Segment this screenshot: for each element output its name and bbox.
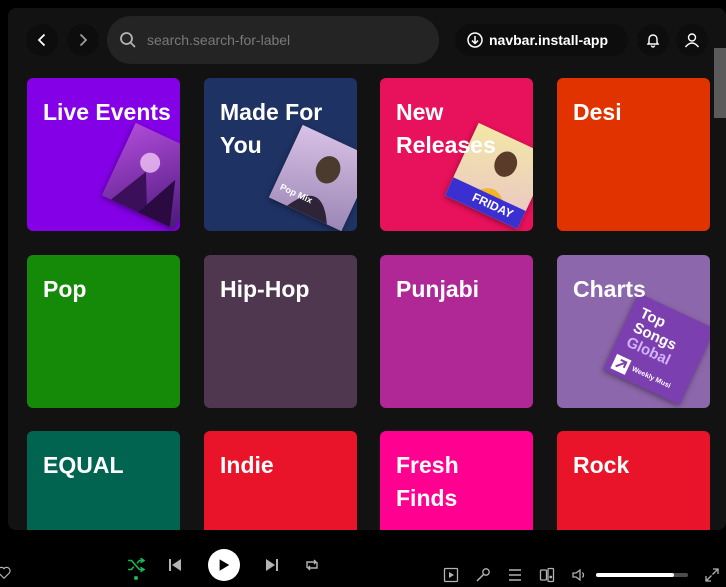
main-view: Live Events Pop Mix Made For You FRIDAY …: [8, 8, 726, 530]
category-card-equal[interactable]: EQUAL: [27, 431, 180, 530]
category-card-rock[interactable]: Rock: [557, 431, 710, 530]
volume-slider-fill: [596, 573, 675, 577]
forward-button[interactable]: [67, 24, 99, 56]
category-title: Charts: [573, 276, 646, 302]
play-icon: [219, 559, 230, 571]
shuffle-active-dot: [134, 576, 138, 580]
category-title: Punjabi: [396, 276, 480, 302]
category-title: Rock: [573, 452, 630, 478]
category-title: Desi: [573, 99, 622, 125]
notifications-button[interactable]: [637, 24, 669, 56]
now-playing-view-icon[interactable]: [443, 567, 459, 583]
search-bar[interactable]: [107, 16, 439, 64]
fullscreen-icon[interactable]: [704, 567, 720, 583]
arrow-icon: [610, 353, 632, 375]
chevron-right-icon: [79, 33, 88, 47]
play-button[interactable]: [208, 549, 240, 581]
volume-icon[interactable]: [571, 567, 587, 583]
category-card-pop[interactable]: Pop: [27, 255, 180, 408]
category-grid: Live Events Pop Mix Made For You FRIDAY …: [8, 8, 726, 530]
charts-artwork: Top Songs Global Weekly Musi: [603, 293, 710, 405]
top-bar: navbar.install-app: [8, 8, 726, 72]
category-card-live-events[interactable]: Live Events: [27, 78, 180, 231]
microphone-icon[interactable]: [475, 567, 491, 583]
category-card-fresh-finds[interactable]: Fresh Finds: [380, 431, 533, 530]
category-card-punjabi[interactable]: Punjabi: [380, 255, 533, 408]
category-title: Made For You: [220, 99, 323, 158]
skip-forward-icon[interactable]: [264, 557, 280, 573]
category-card-made-for-you[interactable]: Pop Mix Made For You: [204, 78, 357, 231]
install-app-button[interactable]: navbar.install-app: [455, 24, 628, 56]
back-button[interactable]: [26, 24, 58, 56]
category-title: Pop: [43, 276, 87, 302]
heart-icon[interactable]: [0, 566, 11, 580]
queue-icon[interactable]: [507, 567, 523, 583]
search-input[interactable]: [147, 32, 427, 48]
shuffle-icon[interactable]: [127, 556, 145, 574]
category-title: Hip-Hop: [220, 276, 310, 302]
player-bar: [0, 540, 726, 587]
category-title: EQUAL: [43, 452, 124, 478]
category-card-hip-hop[interactable]: Hip-Hop: [204, 255, 357, 408]
category-title: Live Events: [43, 99, 171, 125]
profile-button[interactable]: [676, 24, 708, 56]
category-title: New Releases: [396, 99, 496, 158]
category-card-charts[interactable]: Top Songs Global Weekly Musi Charts: [557, 255, 710, 408]
category-card-new-releases[interactable]: FRIDAY New Releases: [380, 78, 533, 231]
skip-back-icon[interactable]: [167, 557, 183, 573]
download-circle-icon: [467, 32, 483, 48]
install-app-label: navbar.install-app: [489, 32, 609, 48]
charts-art-sub: Weekly Musi: [630, 365, 672, 390]
live-events-artwork: [101, 122, 180, 230]
category-card-indie[interactable]: Indie: [204, 431, 357, 530]
repeat-icon[interactable]: [304, 557, 320, 573]
category-title: Indie: [220, 452, 274, 478]
category-card-desi[interactable]: Desi: [557, 78, 710, 231]
connect-device-icon[interactable]: [539, 567, 555, 583]
search-icon: [119, 30, 139, 50]
bell-icon: [646, 34, 660, 48]
chevron-left-icon: [37, 33, 46, 47]
main-scrollbar[interactable]: [714, 48, 726, 118]
user-icon: [684, 33, 700, 48]
category-title: Fresh Finds: [396, 452, 459, 511]
volume-slider[interactable]: [596, 573, 688, 577]
